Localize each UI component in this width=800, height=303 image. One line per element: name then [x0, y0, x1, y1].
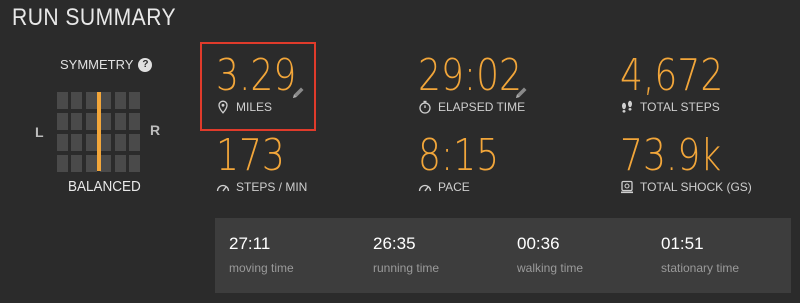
symmetry-cell	[128, 113, 140, 130]
symmetry-cell	[57, 155, 68, 172]
symmetry-cell	[128, 134, 140, 151]
symmetry-cell	[100, 113, 112, 130]
symmetry-balance-marker	[97, 92, 101, 171]
stat-pace: 8:15 PACE	[418, 130, 517, 195]
total-steps-value: 4,672	[620, 50, 724, 101]
stat-elapsed-time: 29:02 ELAPSED TIME	[418, 50, 545, 115]
edit-distance-pencil-icon[interactable]	[291, 86, 305, 100]
symmetry-cell	[57, 92, 68, 109]
symmetry-cell	[85, 155, 97, 172]
stat-total-shock: 73.9k TOTAL SHOCK (Gs)	[620, 130, 752, 195]
time-breakdown-panel: 27:11 moving time 26:35 running time 00:…	[215, 218, 791, 293]
symmetry-cell	[100, 92, 112, 109]
footsteps-icon	[622, 100, 632, 113]
stat-total-steps: 4,672 TOTAL STEPS	[620, 50, 746, 115]
moving-time-label: moving time	[229, 261, 294, 275]
speedometer-icon	[216, 184, 230, 192]
symmetry-right-label: R	[150, 122, 161, 138]
scale-icon	[621, 180, 633, 194]
symmetry-cell	[128, 92, 140, 109]
symmetry-cell	[100, 155, 112, 172]
page-title: RUN SUMMARY	[12, 4, 177, 31]
symmetry-left-label: L	[35, 124, 44, 140]
total-shock-label-row: TOTAL SHOCK (Gs)	[620, 180, 752, 194]
time-item-running: 26:35 running time	[373, 234, 439, 275]
symmetry-cell	[85, 92, 97, 109]
pace-value: 8:15	[418, 130, 500, 181]
walking-time-value: 00:36	[517, 234, 560, 253]
symmetry-title-text: SYMMETRY	[60, 57, 134, 72]
total-steps-label: TOTAL STEPS	[640, 100, 720, 114]
symmetry-title: SYMMETRY ?	[60, 57, 153, 72]
stat-cadence: 173 STEPS / MIN	[216, 130, 307, 195]
edit-time-pencil-icon[interactable]	[514, 86, 528, 100]
symmetry-cell	[71, 155, 83, 172]
total-steps-label-row: TOTAL STEPS	[620, 100, 746, 114]
elapsed-time-value: 29:02	[418, 50, 522, 101]
pace-label: PACE	[438, 180, 470, 194]
stat-distance: 3.29 MILES	[216, 50, 314, 115]
pace-label-row: PACE	[418, 180, 517, 194]
symmetry-cell	[114, 155, 126, 172]
distance-value: 3.29	[216, 50, 297, 101]
running-time-value: 26:35	[373, 234, 416, 253]
speedometer-icon	[418, 184, 432, 192]
location-pin-icon	[218, 100, 228, 114]
symmetry-cell	[100, 134, 112, 151]
elapsed-time-label: ELAPSED TIME	[438, 100, 526, 114]
symmetry-cell	[114, 113, 126, 130]
total-shock-label: TOTAL SHOCK (Gs)	[640, 180, 752, 194]
time-item-stationary: 01:51 stationary time	[661, 234, 739, 275]
distance-label-row: MILES	[216, 100, 314, 114]
stationary-time-label: stationary time	[661, 261, 740, 275]
distance-label: MILES	[236, 100, 273, 114]
cadence-label-row: STEPS / MIN	[216, 180, 307, 194]
time-item-moving: 27:11 moving time	[229, 234, 294, 275]
symmetry-status: BALANCED	[68, 178, 141, 195]
cadence-value: 173	[216, 130, 285, 181]
symmetry-cell	[71, 92, 83, 109]
moving-time-value: 27:11	[229, 234, 271, 253]
symmetry-cell	[114, 92, 126, 109]
symmetry-widget: SYMMETRY ? L R BALANCED	[30, 52, 190, 202]
elapsed-time-label-row: ELAPSED TIME	[418, 100, 545, 114]
symmetry-cell	[85, 134, 97, 151]
symmetry-cell	[85, 113, 97, 130]
cadence-label: STEPS / MIN	[236, 180, 308, 194]
total-shock-value: 73.9k	[620, 130, 722, 181]
walking-time-label: walking time	[517, 261, 584, 275]
symmetry-cell	[114, 134, 126, 151]
symmetry-cell	[128, 155, 140, 172]
symmetry-cell	[71, 134, 83, 151]
symmetry-cell	[71, 113, 83, 130]
symmetry-cell	[57, 134, 68, 151]
running-time-label: running time	[373, 261, 440, 275]
help-icon[interactable]: ?	[138, 57, 153, 72]
stationary-time-value: 01:51	[661, 234, 704, 253]
symmetry-cell	[57, 113, 68, 130]
time-item-walking: 00:36 walking time	[517, 234, 583, 275]
stopwatch-icon	[419, 100, 431, 114]
